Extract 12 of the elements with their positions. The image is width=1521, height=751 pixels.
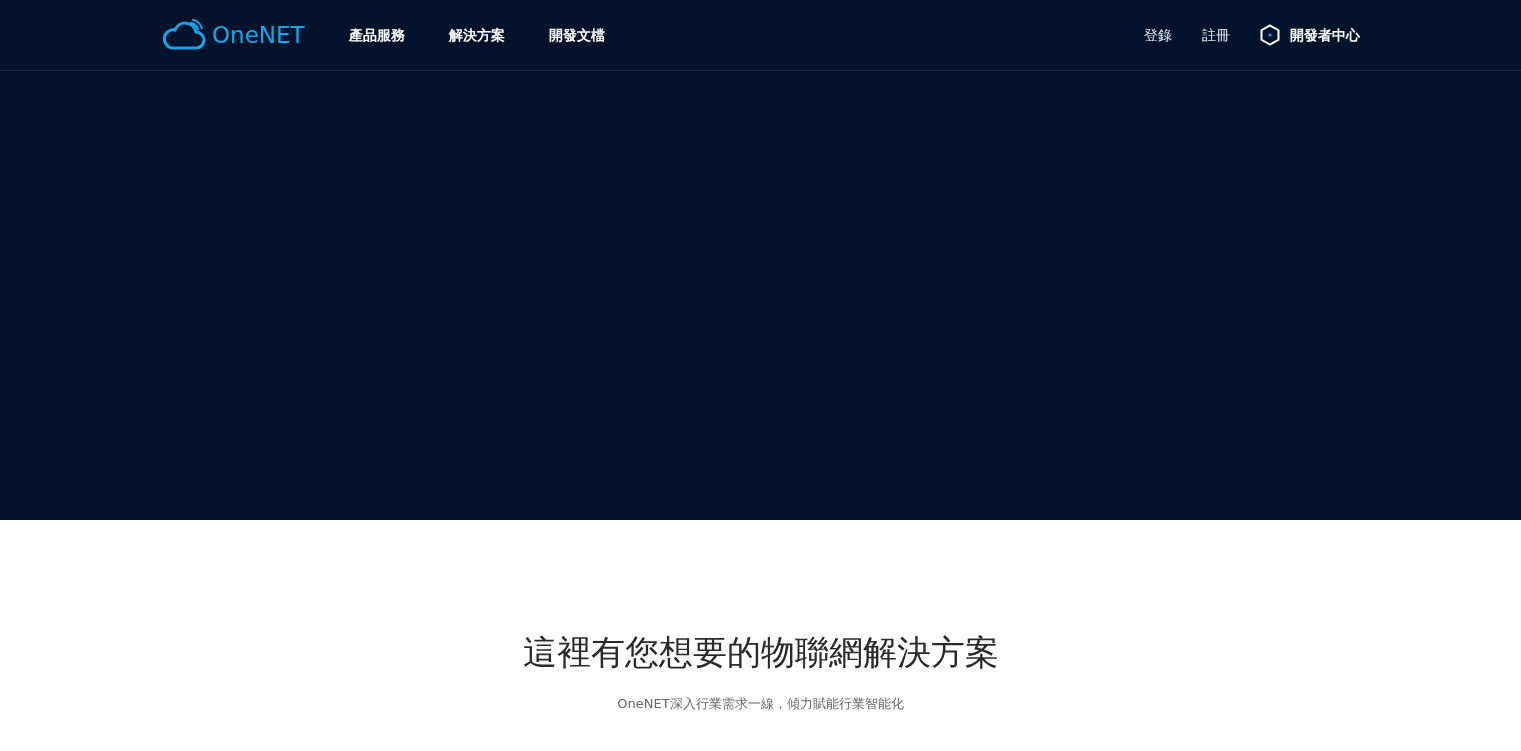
logo-text: OneNET [212,23,305,47]
hexagon-icon [1260,24,1280,46]
logo[interactable]: OneNET [160,19,305,51]
section-title: 這裡有您想要的物聯網解決方案 [522,631,999,674]
account-link[interactable]: 註冊 [1202,24,1230,46]
nav-link[interactable]: 開發文檔 [548,24,605,46]
account-link[interactable]: 登錄 [1144,24,1172,46]
nav-link[interactable]: 解決方案 [448,24,505,46]
section-subtitle: OneNET深入行業需求一線，傾力賦能行業智能化 [617,695,904,713]
cloud-logo-icon [160,19,206,51]
nav-link[interactable]: 產品服務 [348,24,405,46]
developer-center-link[interactable]: 開發者中心 [1260,24,1360,46]
